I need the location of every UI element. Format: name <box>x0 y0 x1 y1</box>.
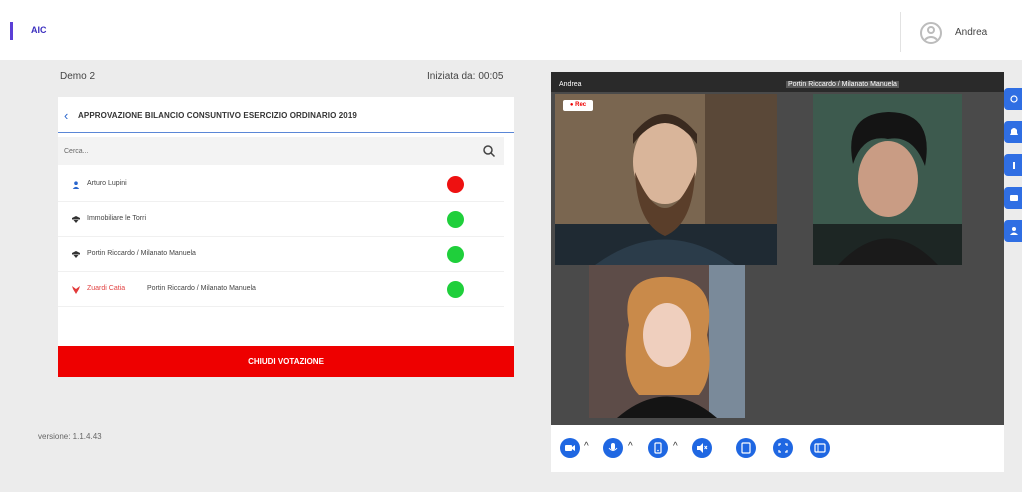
voting-panel: ‹ APPROVAZIONE BILANCIO CONSUNTIVO ESERC… <box>58 97 514 377</box>
speaker-mute-icon <box>697 443 708 453</box>
participants-icon <box>1010 227 1018 235</box>
gear-icon <box>1010 95 1018 103</box>
video-grid: Andrea Portin Riccardo / Milanato Manuel… <box>551 72 1004 425</box>
participant-row[interactable]: Arturo Lupini <box>58 168 504 202</box>
brand-accent-bar <box>10 22 13 40</box>
layout-icon <box>814 443 826 453</box>
header-divider <box>900 12 901 52</box>
call-controls: ^ ^ ^ <box>551 425 1004 472</box>
vote-status-dot <box>447 246 464 263</box>
participant-video-image <box>813 94 962 265</box>
microphone-icon <box>608 443 618 451</box>
device-options-chevron-icon[interactable]: ^ <box>673 442 678 452</box>
back-chevron-icon[interactable]: ‹ <box>64 109 68 122</box>
side-tab-settings[interactable] <box>1004 88 1022 110</box>
company-icon <box>72 251 80 258</box>
camera-icon <box>565 445 575 451</box>
video-tile-portin[interactable] <box>813 94 962 265</box>
microphone-options-chevron-icon[interactable]: ^ <box>628 442 633 452</box>
voting-header: ‹ APPROVAZIONE BILANCIO CONSUNTIVO ESERC… <box>58 97 514 133</box>
video-tile-third-participant[interactable] <box>589 265 745 418</box>
participant-delegation: Portin Riccardo / Milanato Manuela <box>147 285 256 292</box>
participant-name: Portin Riccardo / Milanato Manuela <box>87 250 196 257</box>
vote-status-dot <box>447 281 464 298</box>
side-tab-participants[interactable] <box>1004 220 1022 242</box>
side-tab-chat[interactable] <box>1004 187 1022 209</box>
side-tab-info[interactable] <box>1004 154 1022 176</box>
fullscreen-icon <box>778 443 788 453</box>
participant-row[interactable]: Portin Riccardo / Milanato Manuela <box>58 238 504 272</box>
user-avatar-icon[interactable] <box>920 22 942 44</box>
vote-status-dot <box>447 176 464 193</box>
search-icon[interactable] <box>482 144 496 158</box>
side-tab-notifications[interactable] <box>1004 121 1022 143</box>
camera-options-chevron-icon[interactable]: ^ <box>584 442 589 452</box>
microphone-button[interactable] <box>603 438 623 458</box>
participant-row[interactable]: Zuardi Catia Portin Riccardo / Milanato … <box>58 273 504 307</box>
participant-name: Immobiliare le Torri <box>87 215 146 222</box>
user-name[interactable]: Andrea <box>955 27 987 38</box>
participant-row[interactable]: Immobiliare le Torri <box>58 203 504 237</box>
top-bar: AIC Andrea <box>0 0 1022 60</box>
participant-name: Arturo Lupini <box>87 180 127 187</box>
info-icon <box>1013 162 1015 169</box>
started-time: 00:05 <box>478 71 504 82</box>
close-voting-button[interactable]: CHIUDI VOTAZIONE <box>58 346 514 377</box>
video-tile-andrea[interactable] <box>555 94 777 265</box>
search-bar <box>58 137 504 165</box>
fullscreen-button[interactable] <box>773 438 793 458</box>
delegate-icon <box>72 286 80 294</box>
video-label-left: Andrea <box>559 81 582 88</box>
voting-title: APPROVAZIONE BILANCIO CONSUNTIVO ESERCIZ… <box>78 111 357 120</box>
participant-video-image <box>555 94 777 265</box>
app-version: versione: 1.1.4.43 <box>38 432 102 441</box>
company-icon <box>72 216 80 223</box>
participant-video-image <box>589 265 745 418</box>
participant-name: Zuardi Catia <box>87 285 126 292</box>
layout-button[interactable] <box>810 438 830 458</box>
video-label-right: Portin Riccardo / Milanato Manuela <box>786 81 899 88</box>
meeting-started: Iniziata da: 00:05 <box>427 71 503 82</box>
started-label: Iniziata da: <box>427 71 476 82</box>
chat-icon <box>1010 195 1018 201</box>
meeting-name: Demo 2 <box>60 71 96 82</box>
search-input[interactable] <box>64 143 464 159</box>
brand-logo[interactable]: AIC <box>31 25 47 35</box>
user-icon <box>72 181 80 189</box>
device-button[interactable] <box>648 438 668 458</box>
video-label-bar <box>551 72 1004 92</box>
share-screen-button[interactable] <box>736 438 756 458</box>
recording-badge: ● Rec <box>563 100 593 111</box>
speaker-button[interactable] <box>692 438 712 458</box>
vote-status-dot <box>447 211 464 228</box>
device-icon <box>654 442 662 454</box>
camera-button[interactable] <box>560 438 580 458</box>
share-screen-icon <box>741 442 751 454</box>
bell-icon <box>1010 128 1018 135</box>
